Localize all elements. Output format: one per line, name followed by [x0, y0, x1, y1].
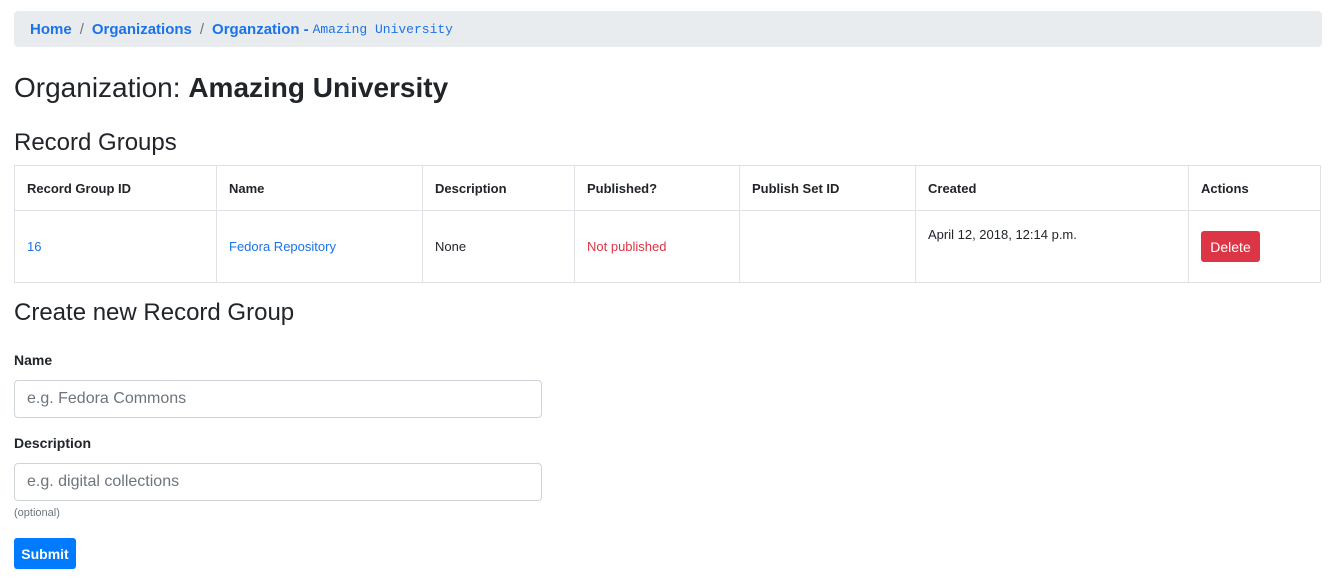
description-input[interactable] — [14, 463, 542, 501]
name-label: Name — [14, 352, 53, 368]
cell-description: None — [422, 210, 575, 283]
submit-button[interactable]: Submit — [14, 538, 76, 569]
breadcrumb-org-name: Amazing University — [312, 21, 453, 37]
description-help-text: (optional) — [14, 507, 60, 519]
table-row: 16 Fedora Repository None Not published … — [14, 210, 1321, 283]
page: Home / Organizations / Organzation - Ama… — [0, 0, 1329, 579]
breadcrumb-home-link[interactable]: Home — [30, 21, 72, 38]
column-header-actions: Actions — [1188, 165, 1321, 211]
cell-created: April 12, 2018, 12:14 p.m. — [915, 210, 1189, 283]
column-header-created: Created — [915, 165, 1189, 211]
create-record-group-heading: Create new Record Group — [14, 299, 295, 326]
cell-actions: Delete — [1188, 210, 1321, 283]
breadcrumb-separator: / — [79, 20, 84, 38]
breadcrumb: Home / Organizations / Organzation - Ama… — [14, 11, 1322, 47]
breadcrumb-organization-link[interactable]: Organzation — [212, 21, 300, 38]
name-input[interactable] — [14, 380, 542, 418]
column-header-publish-set-id: Publish Set ID — [739, 165, 916, 211]
record-group-id-link[interactable]: 16 — [27, 239, 41, 254]
column-header-description: Description — [422, 165, 575, 211]
description-label: Description — [14, 435, 92, 451]
cell-name: Fedora Repository — [216, 210, 423, 283]
cell-publish-set-id — [739, 210, 916, 283]
breadcrumb-separator: / — [199, 20, 205, 38]
column-header-name: Name — [216, 165, 423, 211]
delete-button[interactable]: Delete — [1201, 231, 1260, 262]
breadcrumb-organizations-link[interactable]: Organizations — [92, 21, 192, 38]
record-groups-heading: Record Groups — [14, 129, 177, 156]
cell-published-status: Not published — [574, 210, 740, 283]
page-title: Organization: Amazing University — [14, 70, 448, 106]
table-header-row: Record Group ID Name Description Publish… — [14, 165, 1321, 211]
column-header-record-group-id: Record Group ID — [14, 165, 217, 211]
breadcrumb-dash: - — [303, 20, 309, 38]
page-title-prefix: Organization: — [14, 72, 181, 103]
record-groups-table: Record Group ID Name Description Publish… — [14, 165, 1321, 283]
record-group-name-link[interactable]: Fedora Repository — [229, 239, 336, 254]
column-header-published: Published? — [574, 165, 740, 211]
cell-record-group-id: 16 — [14, 210, 217, 283]
page-title-org-name: Amazing University — [188, 72, 449, 103]
